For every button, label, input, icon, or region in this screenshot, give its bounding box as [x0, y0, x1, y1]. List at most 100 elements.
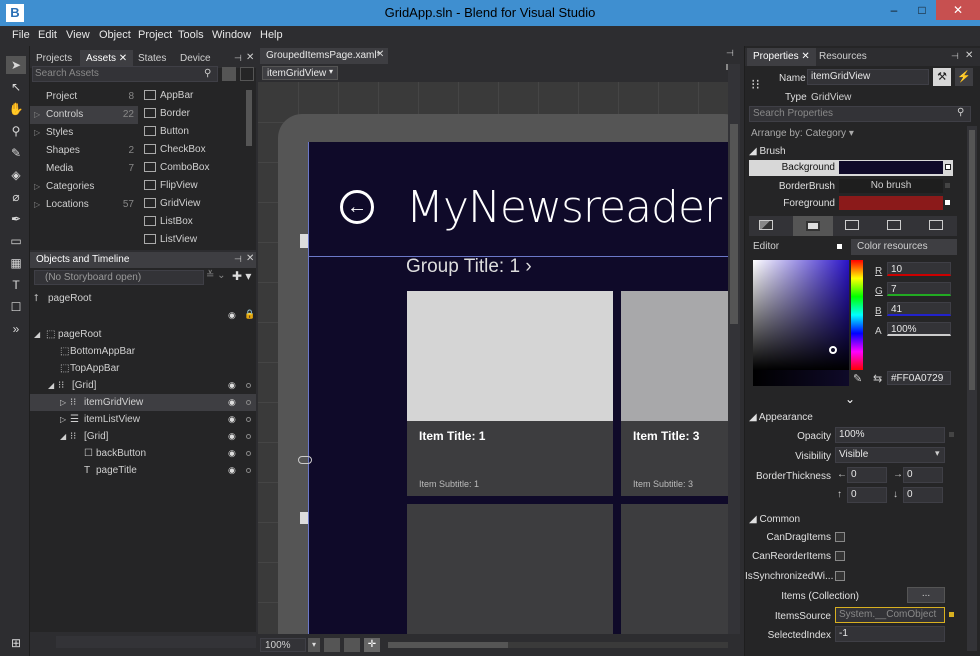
borderbrush-swatch[interactable]: No brush — [839, 179, 943, 193]
category-shapes[interactable]: Shapes 2 — [30, 142, 138, 160]
eyedropper-icon[interactable]: ✎ — [853, 372, 862, 385]
rectangle-tool-icon[interactable]: ▭ — [6, 232, 26, 250]
asset-appbar[interactable]: AppBar — [144, 87, 193, 105]
background-swatch[interactable] — [839, 161, 943, 174]
storyboard-picker[interactable]: (No Storyboard open) — [34, 270, 204, 285]
visibility-eye-icon[interactable]: ◉ — [228, 445, 236, 462]
snap-grid-icon[interactable] — [344, 638, 360, 652]
menu-help[interactable]: Help — [260, 29, 283, 41]
background-marker[interactable] — [945, 164, 951, 170]
menu-project[interactable]: Project — [138, 29, 172, 41]
grid-tool-icon[interactable]: ▦ — [6, 254, 26, 272]
color-picker-cursor[interactable] — [829, 346, 837, 354]
row-adorner-icon[interactable] — [300, 234, 308, 248]
swap-colors-icon[interactable]: ⇆ — [873, 372, 882, 385]
category-project[interactable]: Project 8 — [30, 88, 138, 106]
issync-checkbox[interactable] — [835, 571, 845, 581]
tree-item-pageroot[interactable]: ◢ ⬚ pageRoot — [30, 326, 256, 343]
borderbrush-marker[interactable] — [945, 183, 950, 188]
border-right-field[interactable]: 0 — [903, 467, 943, 483]
pan-tool-icon[interactable]: ✋ — [6, 100, 26, 118]
visibility-eye-icon[interactable]: ◉ — [228, 462, 236, 479]
category-styles[interactable]: ▷ Styles — [30, 124, 138, 142]
asset-flipview[interactable]: FlipView — [144, 177, 198, 195]
artboard[interactable]: ← MyNewsreader Group Title: 1 › Item Tit… — [258, 82, 728, 644]
item-tile[interactable] — [621, 504, 728, 644]
asset-listbox[interactable]: ListBox — [144, 213, 193, 231]
close-button[interactable]: ✕ — [936, 0, 980, 20]
add-storyboard-icon[interactable]: ✚ ▾ — [232, 269, 251, 283]
tree-item-itemgridview[interactable]: ▷ ⁝⁝ itemGridView ◉ — [30, 394, 256, 411]
lock-dot-icon[interactable] — [246, 434, 251, 439]
visibility-eye-icon[interactable]: ◉ — [228, 411, 236, 428]
tab-resources[interactable]: Resources — [813, 48, 873, 66]
brush-section-header[interactable]: ◢ Brush — [749, 146, 786, 157]
pin-icon[interactable]: ⊣ — [234, 53, 242, 64]
control-tool-icon[interactable]: ☐ — [6, 298, 26, 316]
tab-grouped-items-page[interactable]: GroupedItemsPage.xaml* ✕ — [260, 48, 388, 64]
doc-hscrollbar[interactable] — [388, 642, 728, 648]
zoom-tool-icon[interactable]: ⚲ — [6, 122, 26, 140]
panel-close-icon[interactable]: ✕ — [965, 50, 973, 61]
asset-border[interactable]: Border — [144, 105, 190, 123]
opacity-field[interactable]: 100% — [835, 427, 945, 443]
properties-scrollbar[interactable] — [967, 126, 977, 651]
workspace-icon[interactable]: ⊞ — [6, 634, 26, 652]
tree-item-bottomappbar[interactable]: ⬚ BottomAppBar — [30, 343, 256, 360]
appearance-section-header[interactable]: ◢ Appearance — [749, 412, 813, 423]
menu-window[interactable]: Window — [212, 29, 251, 41]
border-bottom-field[interactable]: 0 — [903, 487, 943, 503]
grid-toggle-icon[interactable] — [324, 638, 340, 652]
lock-dot-icon[interactable] — [246, 400, 251, 405]
menu-object[interactable]: Object — [99, 29, 131, 41]
paint-bucket-tool-icon[interactable]: ◈ — [6, 166, 26, 184]
pen-tool-icon[interactable]: ✒ — [6, 210, 26, 228]
image-brush-icon[interactable] — [887, 220, 901, 230]
direct-selection-tool-icon[interactable]: ↖ — [6, 78, 26, 96]
g-field[interactable]: 7 — [887, 282, 951, 296]
visibility-eye-icon[interactable]: ◉ — [228, 428, 236, 445]
root-element-row[interactable]: ⭡ pageRoot — [30, 290, 256, 307]
b-field[interactable]: 41 — [887, 302, 951, 316]
brush-resources-icon[interactable] — [929, 220, 943, 230]
asset-checkbox[interactable]: CheckBox — [144, 141, 206, 159]
r-field[interactable]: 10 — [887, 262, 951, 276]
asset-gridview[interactable]: GridView — [144, 195, 200, 213]
visibility-eye-icon[interactable]: ◉ — [228, 394, 236, 411]
page-root-canvas[interactable]: ← MyNewsreader Group Title: 1 › Item Tit… — [308, 142, 728, 644]
category-locations[interactable]: ▷ Locations 57 — [30, 196, 138, 214]
border-top-field[interactable]: 0 — [847, 487, 887, 503]
asset-button[interactable]: Button — [144, 123, 189, 141]
tab-properties[interactable]: Properties ✕ — [747, 48, 816, 66]
visibility-eye-icon[interactable]: ◉ — [228, 377, 236, 394]
hex-field[interactable]: #FF0A0729 — [887, 371, 951, 385]
solid-brush-tab[interactable] — [793, 216, 833, 236]
color-resources-tab[interactable]: Color resources — [851, 239, 957, 255]
item-tile[interactable]: Item Title: 3 Item Subtitle: 3 — [621, 291, 728, 496]
border-left-field[interactable]: 0 — [847, 467, 887, 483]
group-title[interactable]: Group Title: 1 › — [406, 256, 532, 278]
tree-item-grid[interactable]: ◢ ⁝⁝ [Grid] ◉ — [30, 377, 256, 394]
grid-view-icon[interactable] — [222, 67, 236, 81]
list-view-icon[interactable] — [240, 67, 254, 81]
lock-dot-icon[interactable] — [246, 451, 251, 456]
gradient-tool-icon[interactable]: ⌀ — [6, 188, 26, 206]
doc-vscrollbar[interactable] — [728, 64, 740, 644]
panel-close-icon[interactable]: ✕ — [246, 253, 254, 264]
visibility-eye-icon[interactable]: ◉ — [228, 310, 236, 321]
tree-item-topappbar[interactable]: ⬚ TopAppBar — [30, 360, 256, 377]
assets-scrollbar[interactable] — [246, 90, 252, 146]
pin-icon[interactable]: ⊣ — [234, 254, 242, 265]
a-field[interactable]: 100% — [887, 322, 951, 336]
candrag-checkbox[interactable] — [835, 532, 845, 542]
maximize-button[interactable]: □ — [908, 0, 936, 20]
lock-icon[interactable]: 🔒 — [244, 309, 255, 320]
itemssource-field[interactable]: System.__ComObject — [835, 607, 945, 623]
lock-dot-icon[interactable] — [246, 468, 251, 473]
panel-close-icon[interactable]: ✕ — [246, 52, 254, 63]
menu-file[interactable]: File — [12, 29, 30, 41]
foreground-swatch[interactable] — [839, 196, 943, 210]
element-selector[interactable]: itemGridView ▾ — [262, 66, 338, 80]
gradient-brush-icon[interactable] — [845, 220, 859, 230]
editor-marker[interactable] — [837, 244, 842, 249]
